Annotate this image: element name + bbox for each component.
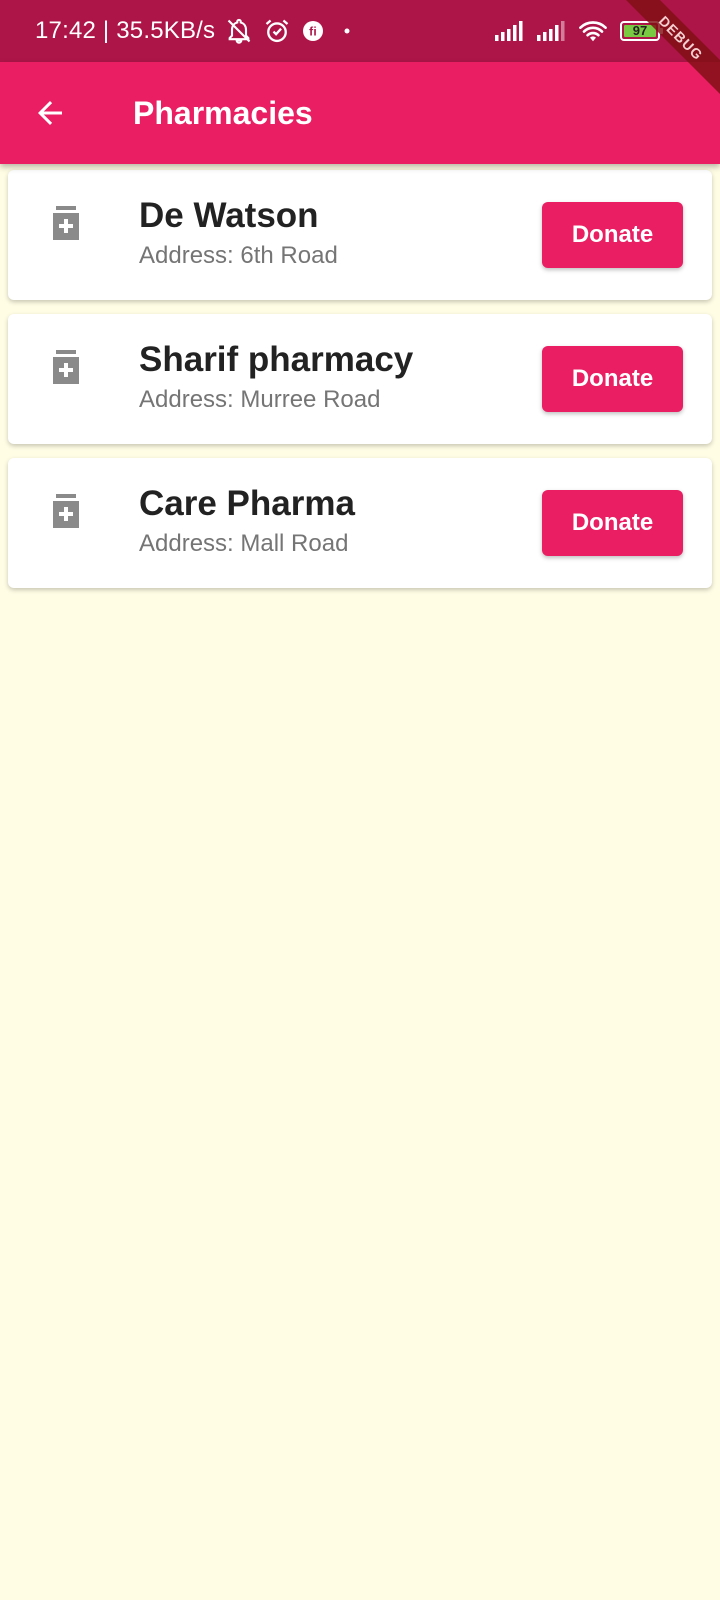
donate-button[interactable]: Donate xyxy=(542,202,683,268)
svg-text:fi: fi xyxy=(309,25,317,39)
page-title: Pharmacies xyxy=(133,95,313,131)
pharmacy-card: De Watson Address: 6th Road Donate xyxy=(8,170,712,300)
medication-icon xyxy=(53,350,79,384)
pharmacy-name: Sharif pharmacy xyxy=(139,340,414,379)
donate-button[interactable]: Donate xyxy=(542,346,683,412)
status-left: 17:42 | 35.5KB/s fi xyxy=(35,0,351,62)
app-notification-icon: fi xyxy=(301,19,325,43)
dot-icon xyxy=(343,27,351,35)
medication-icon xyxy=(53,494,79,528)
app-bar: Pharmacies xyxy=(0,62,720,164)
status-network-speed: 35.5KB/s xyxy=(116,17,216,44)
status-time: 17:42 xyxy=(35,17,97,44)
medication-icon xyxy=(53,206,79,240)
pharmacy-address: Address: Murree Road xyxy=(139,386,381,413)
pharmacy-address: Address: Mall Road xyxy=(139,530,349,557)
pharmacy-card: Care Pharma Address: Mall Road Donate xyxy=(8,458,712,588)
status-right: 97 xyxy=(484,0,663,62)
signal-icon xyxy=(536,20,568,42)
pharmacy-address: Address: 6th Road xyxy=(139,242,338,269)
back-button[interactable] xyxy=(22,85,78,141)
arrow-back-icon xyxy=(38,101,62,125)
pharmacy-name: Care Pharma xyxy=(139,484,355,523)
pharmacy-card: Sharif pharmacy Address: Murree Road Don… xyxy=(8,314,712,444)
notifications-off-icon xyxy=(225,17,253,45)
status-bar: 17:42 | 35.5KB/s fi 97 xyxy=(0,0,720,62)
status-separator: | xyxy=(96,17,117,44)
donate-button[interactable]: Donate xyxy=(542,490,683,556)
alarm-icon xyxy=(263,17,291,45)
pharmacy-name: De Watson xyxy=(139,196,319,235)
wifi-icon xyxy=(578,19,608,43)
signal-icon xyxy=(494,20,526,42)
